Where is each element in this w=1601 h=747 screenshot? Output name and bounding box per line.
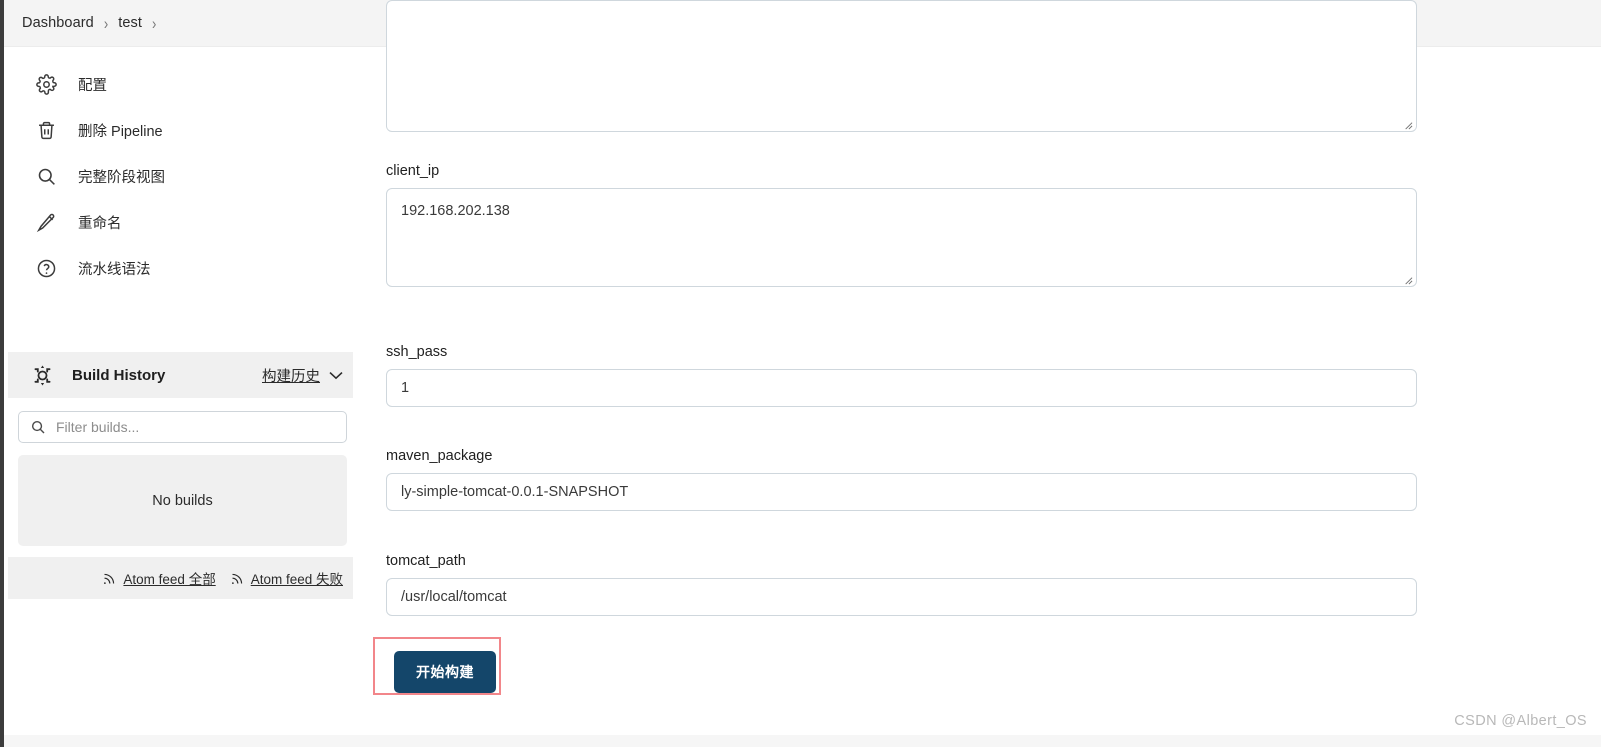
sidebar-item-label: 配置 [78, 77, 107, 94]
build-history-footer: Atom feed 全部 Atom feed 失败 [8, 557, 357, 599]
sidebar-item-label: 流水线语法 [78, 261, 151, 278]
atom-feed-failed-label: Atom feed 失败 [250, 572, 343, 587]
watermark: CSDN @Albert_OS [1454, 713, 1587, 729]
sidebar-item-pipeline-syntax[interactable]: 流水线语法 [4, 245, 353, 291]
sidebar-nav: 配置 删除 Pipeline 完整阶段视图 重命名 流水线语法 [4, 47, 353, 291]
breadcrumb-separator-1: › [103, 13, 109, 33]
atom-feed-all-link[interactable]: Atom feed 全部 [102, 568, 216, 588]
atom-feed-all-label: Atom feed 全部 [123, 572, 216, 587]
build-history-icon [30, 363, 55, 388]
atom-feed-failed-link[interactable]: Atom feed 失败 [230, 568, 343, 588]
build-parameters-form: client_ip ssh_pass maven_package tomcat_… [353, 0, 1601, 747]
field-client-ip: client_ip [386, 163, 1417, 287]
build-history-actions: 构建历史 [262, 365, 343, 386]
top-textarea-input[interactable] [386, 0, 1417, 132]
field-label-client-ip: client_ip [386, 163, 440, 179]
start-build-button[interactable]: 开始构建 [394, 651, 496, 693]
filter-builds-input[interactable] [18, 411, 347, 443]
trash-icon [35, 119, 58, 142]
filter-builds-wrap [18, 411, 347, 443]
breadcrumb-separator-2[interactable]: › [152, 14, 156, 33]
sidebar-item-rename[interactable]: 重命名 [4, 199, 353, 245]
field-label-tomcat-path: tomcat_path [386, 553, 466, 569]
sidebar-item-label: 重命名 [78, 215, 122, 232]
sidebar-item-label: 删除 Pipeline [78, 123, 163, 140]
field-top-textarea [386, 0, 1417, 132]
sidebar-item-configure[interactable]: 配置 [4, 61, 353, 107]
submit-area: 开始构建 [394, 651, 496, 693]
sidebar-item-label: 完整阶段视图 [78, 169, 165, 186]
tomcat-path-input[interactable] [386, 578, 1417, 616]
field-label-maven-package: maven_package [386, 448, 493, 464]
pencil-icon [35, 211, 58, 234]
build-history-panel: Build History 构建历史 Filter builds... No b… [8, 352, 357, 599]
field-ssh-pass: ssh_pass [386, 344, 1417, 407]
sidebar: 配置 删除 Pipeline 完整阶段视图 重命名 流水线语法 Build Hi… [4, 47, 357, 747]
sidebar-item-full-stage-view[interactable]: 完整阶段视图 [4, 153, 353, 199]
build-history-body: No builds [8, 398, 357, 546]
ssh-pass-input[interactable] [386, 369, 1417, 407]
bottom-strip [4, 735, 1601, 747]
gear-icon [35, 73, 58, 96]
build-history-title: Build History [72, 366, 166, 384]
search-icon [35, 165, 58, 188]
chevron-down-icon[interactable] [329, 371, 343, 380]
field-tomcat-path: tomcat_path [386, 553, 1417, 616]
breadcrumb-item-dashboard[interactable]: Dashboard [22, 15, 94, 31]
build-history-header: Build History 构建历史 [8, 352, 357, 398]
breadcrumb-item-test[interactable]: test [118, 15, 142, 31]
no-builds-message: No builds [18, 455, 347, 546]
question-circle-icon [35, 257, 58, 280]
sidebar-item-delete-pipeline[interactable]: 删除 Pipeline [4, 107, 353, 153]
rss-icon [230, 571, 245, 586]
field-label-ssh-pass: ssh_pass [386, 344, 448, 360]
client-ip-textarea[interactable] [386, 188, 1417, 287]
jenkins-pipeline-build-page: Dashboard › test › 配置 删除 Pipeline 完整阶段视图… [0, 0, 1601, 747]
rss-icon [102, 571, 117, 586]
maven-package-input[interactable] [386, 473, 1417, 511]
field-maven-package: maven_package [386, 448, 1417, 511]
build-history-link[interactable]: 构建历史 [262, 365, 320, 386]
